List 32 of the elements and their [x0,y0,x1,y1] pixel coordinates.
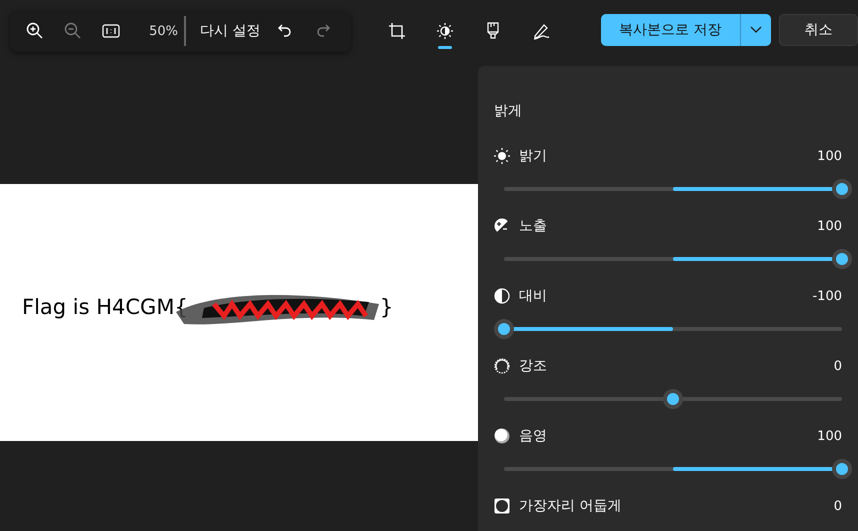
adjustment-value: 100 [817,218,842,234]
shadows-icon [494,428,510,444]
cancel-button[interactable]: 취소 [779,14,858,46]
save-options-button[interactable] [740,14,772,46]
adjustment-value: 100 [817,428,842,444]
slider-thumb[interactable] [832,249,852,269]
adjustment-value: -100 [812,288,842,304]
save-copy-button[interactable]: 복사본으로 저장 [600,14,740,46]
adjustment-label: 강조 [519,357,547,375]
image-text: } [380,295,394,319]
adjustment-value: 0 [834,358,842,374]
slider-thumb[interactable] [832,179,852,199]
slider-thumb[interactable] [494,319,514,339]
adjustment-value: 100 [817,148,842,164]
vignette-icon [494,498,510,514]
highlights-icon [494,358,510,374]
contrast-icon [494,288,510,304]
slider-thumb[interactable] [832,459,852,479]
chevron-down-icon [750,26,762,34]
exposure-icon [494,218,510,234]
adjustment-label: 대비 [519,287,547,305]
sun-icon [494,148,510,164]
zoom-level: 50% [148,24,178,38]
adjustment-label: 음영 [519,427,547,445]
adjustment-label: 밝기 [519,147,547,165]
slider-thumb[interactable] [663,389,683,409]
adjustment-label: 가장자리 어둡게 [519,497,622,515]
adjustment-value: 0 [834,498,842,514]
adjustment-label: 노출 [519,217,547,235]
panel-title: 밝게 [494,102,523,120]
image-text: Flag is H4CGM{ [22,295,188,319]
reset-button[interactable]: 다시 설정 [194,22,266,40]
